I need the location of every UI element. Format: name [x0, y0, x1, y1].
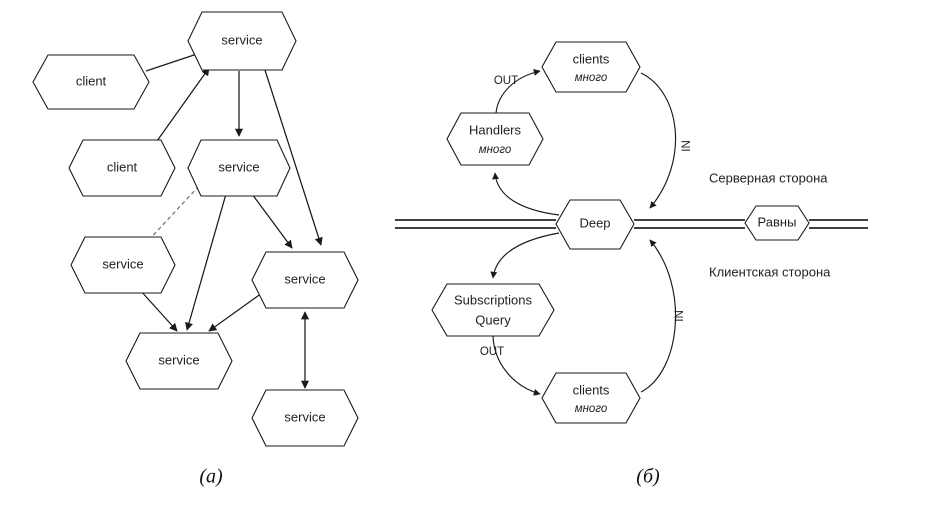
edge-deep-to-handlers	[492, 172, 560, 216]
node-b-ravny[interactable]: Равны	[744, 205, 810, 241]
node-sublabel: много	[575, 403, 608, 415]
node-label: client	[107, 159, 138, 174]
edge-clients-bottom-to-deep-in	[640, 239, 677, 393]
edge-label-out-top: OUT	[494, 75, 518, 87]
label-server-side: Серверная сторона	[709, 170, 828, 185]
node-b-subscriptions-query[interactable]: Subscriptions Query	[431, 283, 555, 337]
hexagon-shape	[446, 112, 544, 166]
edge-label-in-bottom: IN	[674, 310, 686, 322]
node-label: Deep	[579, 215, 610, 230]
hexagon-shape	[541, 41, 641, 93]
node-sublabel: много	[575, 72, 608, 84]
node-label: service	[158, 352, 199, 367]
panel-b: clients много Handlers много Deep Равны …	[395, 41, 868, 488]
node-a-service-mid[interactable]: service	[187, 139, 291, 197]
edge-service-mid-to-service-bottom	[185, 193, 227, 331]
edge-label-in-top: IN	[681, 140, 693, 152]
caption-panel-b: (б)	[636, 466, 660, 488]
panel-a: service client client service service se	[32, 11, 359, 488]
edge-service-left-to-service-bottom	[139, 289, 178, 332]
node-b-clients-bottom[interactable]: clients много	[541, 372, 641, 424]
node-label: service	[218, 159, 259, 174]
edge-label-out-bottom: OUT	[480, 346, 504, 358]
node-a-client-2[interactable]: client	[68, 139, 176, 197]
node-a-service-top[interactable]: service	[187, 11, 297, 71]
node-sublabel: много	[479, 144, 512, 156]
node-label: service	[221, 32, 262, 47]
figure-root: service client client service service se	[0, 0, 928, 513]
diagram-canvas: service client client service service se	[32, 11, 868, 488]
hexagon-shape	[541, 372, 641, 424]
node-label: service	[284, 271, 325, 286]
edge-client2-to-service-top	[151, 67, 210, 149]
node-label: client	[76, 73, 107, 88]
node-label: service	[284, 409, 325, 424]
node-label: Handlers	[469, 122, 522, 137]
node-a-service-left[interactable]: service	[70, 236, 176, 294]
node-b-handlers[interactable]: Handlers много	[446, 112, 544, 166]
node-label: service	[102, 256, 143, 271]
node-label: clients	[573, 382, 610, 397]
node-b-clients-top[interactable]: clients много	[541, 41, 641, 93]
edge-subscriptions-to-clients-bottom-out	[492, 335, 541, 396]
node-label: Subscriptions	[454, 292, 533, 307]
node-label: Равны	[758, 214, 797, 229]
node-a-service-right[interactable]: service	[251, 251, 359, 309]
edge-deep-to-subscriptions-query	[490, 232, 560, 279]
node-a-service-bottom-right[interactable]: service	[251, 389, 359, 447]
label-client-side: Клиентская сторона	[709, 264, 831, 279]
node-label-2: Query	[475, 312, 511, 327]
node-label: clients	[573, 51, 610, 66]
caption-panel-a: (а)	[199, 466, 223, 488]
node-a-service-bottom[interactable]: service	[125, 332, 233, 390]
edge-clients-top-to-deep-in	[640, 72, 677, 209]
edge-service-mid-to-service-right	[251, 193, 293, 249]
node-b-deep[interactable]: Deep	[555, 199, 635, 250]
node-a-client-1[interactable]: client	[32, 54, 150, 110]
